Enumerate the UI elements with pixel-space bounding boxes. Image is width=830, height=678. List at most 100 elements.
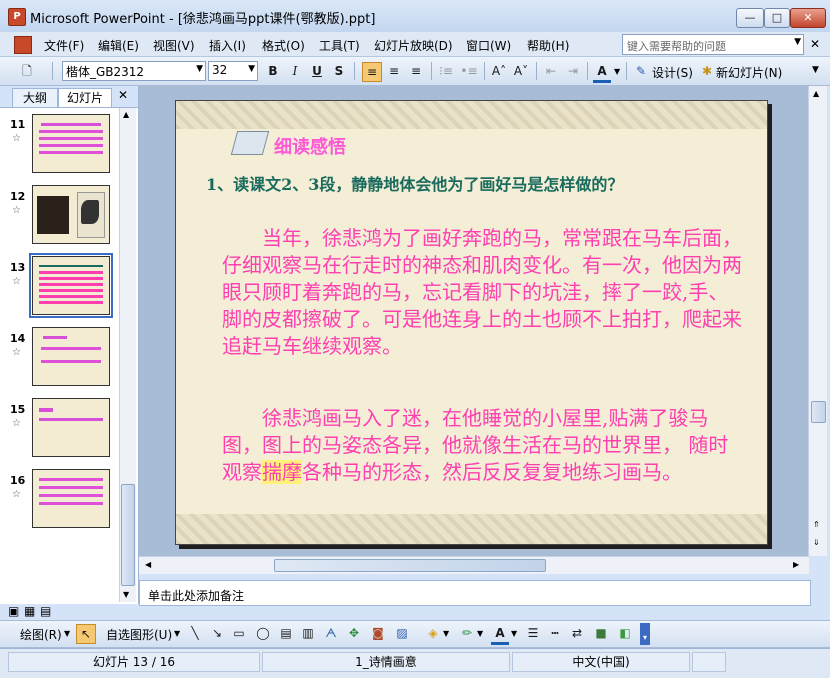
font-name-combo[interactable]: 楷体_GB2312 ▼: [62, 61, 206, 81]
chevron-down-icon[interactable]: ▼: [64, 629, 70, 638]
3d-style-icon[interactable]: ◧: [616, 624, 634, 642]
dash-style-icon[interactable]: ┅: [546, 624, 564, 642]
italic-button[interactable]: I: [286, 62, 304, 80]
line-style-icon[interactable]: ☰: [524, 624, 542, 642]
slide-thumbnail-14[interactable]: [32, 327, 110, 386]
slide-heading[interactable]: 细读感悟: [274, 133, 346, 159]
increase-font-size-icon[interactable]: A˄: [490, 62, 508, 80]
new-slide-icon[interactable]: ✱: [698, 62, 716, 80]
menu-help[interactable]: 帮助(H): [527, 37, 569, 54]
decrease-indent-icon[interactable]: ⇤: [542, 62, 560, 80]
numbering-icon[interactable]: ⁝≡: [437, 62, 455, 80]
clipart-icon[interactable]: ◙: [369, 624, 387, 642]
toolbar-options-icon[interactable]: ▼: [812, 65, 819, 75]
slide-scroll-thumb[interactable]: [811, 401, 826, 423]
scroll-left-icon[interactable]: ◀: [145, 560, 151, 569]
textbox-icon[interactable]: ▤: [277, 624, 295, 642]
menu-tools[interactable]: 工具(T): [319, 37, 360, 54]
chevron-down-icon[interactable]: ▼: [794, 37, 801, 47]
slide-thumbnail-12[interactable]: [32, 185, 110, 244]
oval-icon[interactable]: ◯: [254, 624, 272, 642]
chevron-down-icon[interactable]: ▼: [174, 629, 180, 638]
slide-thumbnail-11[interactable]: [32, 114, 110, 173]
draw-font-color-icon[interactable]: A: [491, 624, 509, 645]
menu-file[interactable]: 文件(F): [44, 37, 84, 54]
minimize-button[interactable]: —: [736, 8, 764, 28]
arrow-icon[interactable]: ↘: [208, 624, 226, 642]
chevron-down-icon[interactable]: ▼: [248, 64, 255, 74]
next-slide-icon[interactable]: ⇓: [813, 538, 820, 547]
vertical-textbox-icon[interactable]: ▥: [299, 624, 317, 642]
chevron-down-icon[interactable]: ▼: [477, 629, 483, 638]
bullets-icon[interactable]: •≡: [460, 62, 478, 80]
toolbar-options-icon[interactable]: ▾: [640, 623, 650, 645]
diagram-icon[interactable]: ✥: [345, 624, 363, 642]
design-button[interactable]: 设计(S): [652, 64, 693, 81]
current-slide[interactable]: 细读感悟 1、读课文2、3段，静静地体会他为了画好马是怎样做的？ 当年，徐悲鸿为…: [175, 100, 768, 545]
slide-sorter-view-icon[interactable]: ▦: [24, 604, 35, 618]
notes-pane[interactable]: 单击此处添加备注: [139, 580, 811, 606]
align-right-icon[interactable]: ≡: [407, 62, 425, 80]
menu-format[interactable]: 格式(O): [262, 37, 305, 54]
draw-menu-button[interactable]: 绘图(R): [20, 626, 62, 643]
menu-window[interactable]: 窗口(W): [466, 37, 511, 54]
panel-scroll-thumb[interactable]: [121, 484, 135, 586]
horizontal-scroll-thumb[interactable]: [274, 559, 546, 572]
wordart-icon[interactable]: ᗅ: [322, 624, 340, 642]
scroll-up-icon[interactable]: ▲: [123, 110, 129, 119]
new-slide-button[interactable]: 新幻灯片(N): [716, 64, 782, 81]
slide-vertical-scrollbar[interactable]: ▲ ⇑ ⇓: [808, 86, 827, 556]
line-icon[interactable]: ╲: [186, 624, 204, 642]
menu-edit[interactable]: 编辑(E): [98, 37, 139, 54]
maximize-button[interactable]: □: [764, 8, 790, 28]
bold-button[interactable]: B: [264, 62, 282, 80]
slide-paragraph-1[interactable]: 当年，徐悲鸿为了画好奔跑的马，常常跟在马车后面，仔细观察马在行走时的神态和肌肉变…: [222, 225, 742, 360]
underline-button[interactable]: U: [308, 62, 326, 80]
panel-scrollbar[interactable]: ▲ ▼: [119, 108, 136, 602]
font-color-button[interactable]: A: [593, 62, 611, 83]
slide-thumbnail-16[interactable]: [32, 469, 110, 528]
chevron-down-icon[interactable]: ▼: [196, 64, 203, 74]
document-icon[interactable]: [14, 36, 32, 54]
select-pointer-icon[interactable]: ↖: [76, 624, 96, 644]
font-size-combo[interactable]: 32 ▼: [208, 61, 258, 81]
normal-view-icon[interactable]: ▣: [8, 604, 19, 618]
increase-indent-icon[interactable]: ⇥: [564, 62, 582, 80]
autoshapes-menu-button[interactable]: 自选图形(U): [106, 626, 172, 643]
new-document-icon[interactable]: 🗋: [18, 62, 36, 80]
arrow-style-icon[interactable]: ⇄: [568, 624, 586, 642]
fill-color-icon[interactable]: ◈: [424, 624, 442, 642]
shadow-style-icon[interactable]: ■: [592, 624, 610, 642]
line-color-icon[interactable]: ✏: [458, 624, 476, 642]
menu-insert[interactable]: 插入(I): [209, 37, 246, 54]
chevron-down-icon[interactable]: ▼: [614, 67, 620, 76]
help-search-input[interactable]: 键入需要帮助的问题 ▼: [622, 34, 804, 55]
menu-view[interactable]: 视图(V): [153, 37, 195, 54]
slide-thumbnail-15[interactable]: [32, 398, 110, 457]
menu-slideshow[interactable]: 幻灯片放映(D): [374, 37, 453, 54]
scroll-up-icon[interactable]: ▲: [813, 89, 819, 98]
slide-question[interactable]: 1、读课文2、3段，静静地体会他为了画好马是怎样做的？: [206, 171, 623, 195]
slide-paragraph-2[interactable]: 徐悲鸿画马入了迷，在他睡觉的小屋里,贴满了骏马图，图上的马姿态各异，他就像生活在…: [222, 405, 742, 486]
shadow-button[interactable]: S: [330, 62, 348, 80]
slide-horizontal-scrollbar[interactable]: ◀ ▶: [139, 556, 809, 574]
chevron-down-icon[interactable]: ▼: [511, 629, 517, 638]
scroll-right-icon[interactable]: ▶: [793, 560, 799, 569]
slide-thumbnail-13[interactable]: [29, 253, 113, 318]
previous-slide-icon[interactable]: ⇑: [813, 520, 820, 529]
align-left-icon[interactable]: ≡: [362, 62, 382, 82]
close-window-button[interactable]: ✕: [790, 8, 826, 28]
rectangle-icon[interactable]: ▭: [230, 624, 248, 642]
tab-slides[interactable]: 幻灯片: [58, 88, 112, 107]
chevron-down-icon[interactable]: ▼: [443, 629, 449, 638]
slideshow-view-icon[interactable]: ▤: [40, 604, 51, 618]
align-center-icon[interactable]: ≡: [385, 62, 403, 80]
tab-outline[interactable]: 大纲: [12, 88, 58, 107]
scroll-down-icon[interactable]: ▼: [123, 590, 129, 599]
insert-picture-icon[interactable]: ▨: [393, 624, 411, 642]
close-panel-icon[interactable]: ✕: [118, 88, 128, 102]
decrease-font-size-icon[interactable]: A˅: [512, 62, 530, 80]
decorative-border-top: [176, 101, 767, 129]
close-document-icon[interactable]: ✕: [810, 37, 820, 51]
design-icon[interactable]: ✎: [632, 62, 650, 80]
